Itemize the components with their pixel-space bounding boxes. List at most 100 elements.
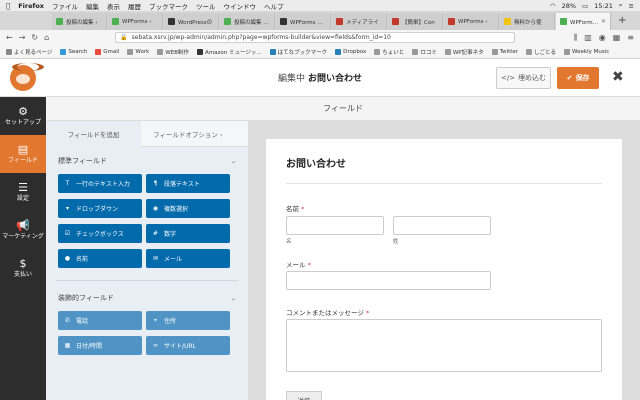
bookmark-item[interactable]: WP記事ネタ — [444, 48, 484, 56]
clock[interactable]: 15:21 — [594, 2, 613, 10]
bookmark-item[interactable]: WEB制作 — [157, 48, 189, 56]
bookmark-item[interactable]: ちょいと — [374, 48, 404, 56]
field-button-website-url[interactable]: ∞ サイト/URL — [146, 336, 230, 355]
browser-tab[interactable]: WPForms なら — [276, 13, 331, 30]
bookmark-item[interactable]: Amazon ミュージッ... — [196, 48, 262, 56]
library-icon[interactable]: ⫼ — [574, 33, 578, 43]
last-name-input[interactable] — [393, 216, 491, 235]
browser-tab-active[interactable]: WPForms ビ ✕ — [556, 13, 611, 30]
sidebar-item-payments[interactable]: $ 支払い — [0, 249, 46, 287]
bookmark-item[interactable]: よく見るページ — [6, 48, 52, 56]
browser-tab[interactable]: 投稿の編集 ‹ — [52, 13, 107, 30]
home-icon[interactable]: ⌂ — [44, 33, 49, 42]
bookmark-item[interactable]: Twitter — [491, 48, 518, 55]
submit-button[interactable]: 送信 — [286, 391, 322, 400]
battery-icon[interactable]: ▭ — [582, 2, 588, 10]
field-button-checkboxes[interactable]: ☑ チェックボックス — [58, 224, 142, 243]
standard-fields-header[interactable]: 標準フィールド ⌄ — [46, 150, 248, 172]
field-button-phone[interactable]: ✆ 電話 — [58, 311, 142, 330]
bookmark-icon — [6, 48, 12, 55]
browser-tab[interactable]: WPForms ‹ — [108, 13, 163, 30]
name-field-label[interactable]: 名前 * — [286, 203, 304, 213]
menu-tools[interactable]: ツール — [196, 1, 216, 11]
field-button-paragraph[interactable]: ¶ 段落テキスト — [146, 174, 230, 193]
bookmark-item[interactable]: Dropbox — [335, 48, 366, 55]
tab-favicon — [448, 18, 455, 25]
browser-tab[interactable]: 投稿の編集 ‹ テ — [220, 13, 275, 30]
menu-bookmarks[interactable]: ブックマーク — [149, 1, 188, 11]
email-field-label[interactable]: メール * — [286, 259, 311, 269]
browser-tab[interactable]: WordPressの — [164, 13, 219, 30]
fancy-fields-grid: ✆ 電話 ⌖ 住所 ▦ 日付/時間 ∞ サイト/URL — [46, 309, 248, 355]
field-button-dropdown[interactable]: ▾ ドロップダウン — [58, 199, 142, 218]
field-button-email[interactable]: ✉ メール — [146, 249, 230, 268]
sidebar-toggle-icon[interactable]: ▥ — [584, 33, 592, 43]
menu-view[interactable]: 表示 — [107, 1, 120, 11]
editing-prefix: 編集中 — [277, 74, 305, 84]
bookmark-item[interactable]: Weekly Music — [564, 48, 609, 55]
menu-help[interactable]: ヘルプ — [264, 1, 284, 11]
bookmark-item[interactable]: ロコミ — [412, 48, 437, 56]
save-button[interactable]: ✔ 保存 — [557, 67, 599, 89]
lock-icon[interactable]: 🔒 — [120, 34, 127, 41]
message-field-label[interactable]: コメントまたはメッセージ * — [286, 307, 369, 317]
menu-edit[interactable]: 編集 — [86, 1, 99, 11]
search-icon[interactable]: ⌕ — [619, 1, 623, 10]
bookmark-item[interactable]: Work — [127, 48, 149, 55]
reload-icon[interactable]: ↻ — [31, 33, 38, 42]
bookmark-item[interactable]: はてなブックマーク — [269, 48, 327, 56]
message-textarea[interactable] — [286, 319, 602, 372]
bookmark-item[interactable]: Search — [60, 48, 87, 55]
menu-window[interactable]: ウインドウ — [223, 1, 256, 11]
field-label: 数字 — [164, 231, 177, 238]
form-preview-area: お問い合わせ 名前 * 名 姓 メール * コメントまたはメッセージ * 送信 — [248, 121, 640, 400]
field-button-single-line[interactable]: T 一行のテキスト入力 — [58, 174, 142, 193]
back-icon[interactable]: ← — [6, 33, 13, 42]
sidebar-item-fields[interactable]: ▤ フィールド — [0, 135, 46, 173]
tab-favicon — [392, 18, 399, 25]
field-label: 段落テキスト — [164, 181, 200, 188]
app-menu[interactable]: Firefox — [18, 2, 44, 10]
first-name-input[interactable] — [286, 216, 384, 235]
tab-label: WPForms ‹ — [122, 18, 152, 25]
tab-add-fields[interactable]: フィールドを追加 — [46, 121, 141, 147]
bookmark-label: Amazon ミュージッ... — [204, 49, 262, 56]
forward-icon[interactable]: → — [19, 33, 26, 42]
user-icon: ● — [64, 255, 71, 262]
field-button-date-time[interactable]: ▦ 日付/時間 — [58, 336, 142, 355]
grid-icon[interactable]: ▦ — [613, 33, 621, 43]
browser-tab[interactable]: 【簡単】Con — [388, 13, 443, 30]
tab-favicon — [560, 18, 567, 25]
menu-file[interactable]: ファイル — [52, 1, 78, 11]
wifi-icon[interactable]: ◠ — [550, 2, 556, 10]
field-button-number[interactable]: # 数字 — [146, 224, 230, 243]
fancy-fields-header[interactable]: 装飾的フィールド ⌄ — [46, 287, 248, 309]
sidebar-item-settings[interactable]: ☰ 設定 — [0, 173, 46, 211]
menu-list-icon[interactable]: ≡ — [629, 2, 634, 10]
extension-icon[interactable]: ◉ — [599, 33, 606, 43]
tab-favicon — [336, 18, 343, 25]
browser-nav-bar: ← → ↻ ⌂ 🔒 sebata.xsrv.jp/wp-admin/admin.… — [0, 30, 640, 45]
panel-tabs: フィールドを追加 フィールドオプション › — [46, 121, 248, 147]
browser-tab[interactable]: 無料から使 — [500, 13, 555, 30]
sidebar-item-setup[interactable]: ⚙ セットアップ — [0, 97, 46, 135]
browser-tab[interactable]: メディアライ — [332, 13, 387, 30]
embed-button[interactable]: </> 埋め込む — [496, 67, 551, 89]
hamburger-menu-icon[interactable]: ≡ — [627, 33, 634, 43]
url-text: sebata.xsrv.jp/wp-admin/admin.php?page=w… — [131, 34, 391, 41]
tab-field-options[interactable]: フィールドオプション › — [141, 121, 248, 147]
tab-close-icon[interactable]: ✕ — [601, 18, 606, 25]
bookmark-item[interactable]: しごとる — [526, 48, 556, 56]
close-icon[interactable]: ✖ — [612, 69, 624, 85]
browser-tab[interactable]: WPForms ‹ — [444, 13, 499, 30]
field-button-address[interactable]: ⌖ 住所 — [146, 311, 230, 330]
bookmark-item[interactable]: Gmail — [95, 48, 119, 55]
field-button-name[interactable]: ● 名前 — [58, 249, 142, 268]
menu-history[interactable]: 履歴 — [128, 1, 141, 11]
url-bar[interactable]: 🔒 sebata.xsrv.jp/wp-admin/admin.php?page… — [115, 32, 516, 43]
field-button-multiple-choice[interactable]: ◉ 複数選択 — [146, 199, 230, 218]
apple-icon[interactable]:  — [6, 2, 10, 10]
new-tab-icon[interactable]: + — [618, 15, 626, 26]
sidebar-item-marketing[interactable]: 📢 マーケティング — [0, 211, 46, 249]
email-input[interactable] — [286, 271, 491, 290]
